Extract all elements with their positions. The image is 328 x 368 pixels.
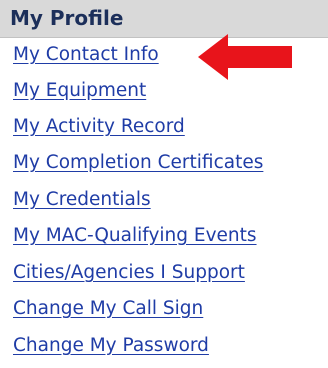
- my-profile-panel: My Profile My Contact Info My Equipment …: [0, 0, 328, 368]
- menu-item-mac-qualifying-events: My MAC-Qualifying Events: [0, 220, 328, 256]
- my-contact-info-link[interactable]: My Contact Info: [13, 43, 159, 67]
- panel-header: My Profile: [0, 0, 328, 38]
- change-my-call-sign-link[interactable]: Change My Call Sign: [13, 297, 203, 321]
- menu-item-change-password: Change My Password: [0, 330, 328, 366]
- my-mac-qualifying-events-link[interactable]: My MAC-Qualifying Events: [13, 224, 257, 248]
- my-equipment-link[interactable]: My Equipment: [13, 79, 146, 103]
- menu-item-change-call-sign: Change My Call Sign: [0, 293, 328, 329]
- menu-item-activity-record: My Activity Record: [0, 111, 328, 147]
- panel-title: My Profile: [10, 6, 124, 30]
- menu-item-equipment: My Equipment: [0, 75, 328, 111]
- left-arrow-icon: [198, 34, 292, 80]
- my-activity-record-link[interactable]: My Activity Record: [13, 115, 185, 139]
- menu-item-completion-certificates: My Completion Certificates: [0, 147, 328, 183]
- menu-item-cities-agencies: Cities/Agencies I Support: [0, 257, 328, 293]
- my-credentials-link[interactable]: My Credentials: [13, 188, 151, 212]
- cities-agencies-i-support-link[interactable]: Cities/Agencies I Support: [13, 261, 245, 285]
- menu-item-credentials: My Credentials: [0, 184, 328, 220]
- my-completion-certificates-link[interactable]: My Completion Certificates: [13, 151, 263, 175]
- change-my-password-link[interactable]: Change My Password: [13, 334, 209, 358]
